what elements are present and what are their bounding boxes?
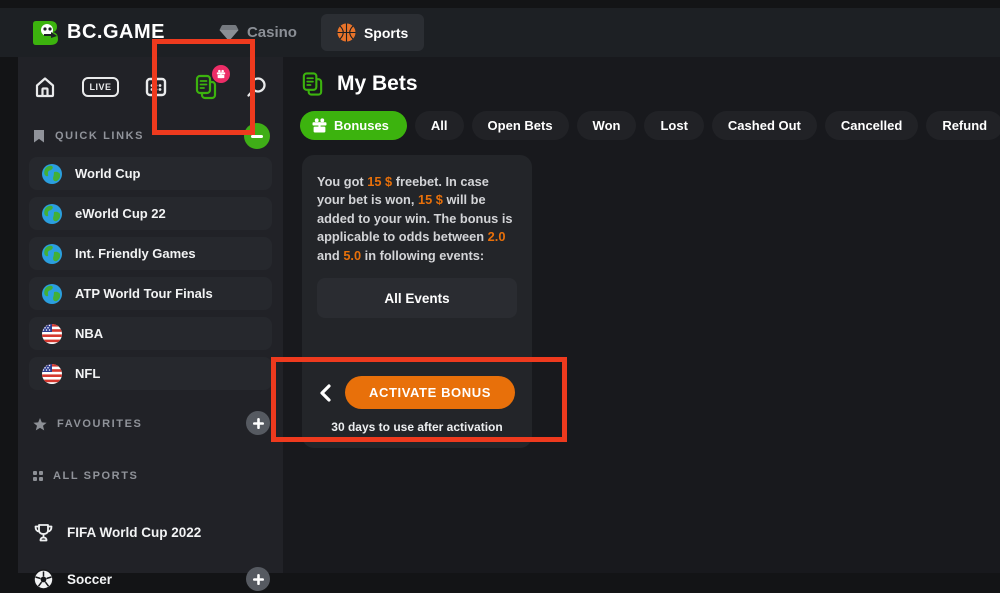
activate-bonus-label: ACTIVATE BONUS xyxy=(369,385,491,400)
quick-link-eworld-cup-22[interactable]: eWorld Cup 22 xyxy=(29,197,272,230)
tab-refund[interactable]: Refund xyxy=(926,111,1000,140)
tab-label: Cashed Out xyxy=(728,118,801,133)
soccer-ball-icon xyxy=(33,569,54,590)
globe-icon xyxy=(41,243,63,265)
tab-label: Cancelled xyxy=(841,118,902,133)
bonus-card: You got 15 $ freebet. In case your bet i… xyxy=(302,155,532,448)
my-bets-icon xyxy=(300,71,325,98)
diamond-icon xyxy=(219,24,239,42)
tab-cashed-out[interactable]: Cashed Out xyxy=(712,111,817,140)
sport-item-label: Soccer xyxy=(67,572,112,587)
quick-link-int-friendly-games[interactable]: Int. Friendly Games xyxy=(29,237,272,270)
favourites-header: FAVOURITES xyxy=(33,411,268,437)
page-title: My Bets xyxy=(337,72,418,96)
activate-bonus-button[interactable]: ACTIVATE BONUS xyxy=(345,376,515,409)
quick-links-title: QUICK LINKS xyxy=(55,130,144,142)
quick-link-label: Int. Friendly Games xyxy=(75,246,196,261)
sport-item-label: FIFA World Cup 2022 xyxy=(67,525,201,540)
quick-link-nba[interactable]: NBA xyxy=(29,317,272,350)
quick-links-list: World Cup eWorld Cup 22 Int. Friendly Ga… xyxy=(29,157,272,390)
games-grid-icon[interactable] xyxy=(144,75,168,99)
tab-bonuses[interactable]: Bonuses xyxy=(300,111,407,140)
all-events-label: All Events xyxy=(384,291,449,306)
main-content: My Bets Bonuses All Open Bets Won Lost C… xyxy=(283,57,1000,573)
sport-item-fifa-world-cup-2022[interactable]: FIFA World Cup 2022 xyxy=(33,518,268,546)
star-icon xyxy=(33,418,47,431)
tab-label: Bonuses xyxy=(334,118,389,133)
chevron-left-icon[interactable] xyxy=(319,384,331,402)
tab-lost[interactable]: Lost xyxy=(644,111,703,140)
tab-cancelled[interactable]: Cancelled xyxy=(825,111,918,140)
tab-all[interactable]: All xyxy=(415,111,464,140)
globe-icon xyxy=(41,163,63,185)
bookmark-icon xyxy=(33,129,45,143)
expand-soccer-button[interactable] xyxy=(246,567,270,591)
sidebar-icon-nav: LIVE xyxy=(33,70,268,104)
all-events-button[interactable]: All Events xyxy=(317,278,517,318)
tab-won[interactable]: Won xyxy=(577,111,637,140)
bcgame-logo-icon xyxy=(30,18,60,48)
top-bar: BC.GAME Casino Sports xyxy=(0,8,1000,57)
usa-flag-icon xyxy=(41,363,63,385)
quick-link-label: NBA xyxy=(75,326,103,341)
my-bets-header: My Bets xyxy=(300,70,1000,98)
nav-casino[interactable]: Casino xyxy=(213,24,303,42)
nav-sports[interactable]: Sports xyxy=(321,14,424,51)
tab-label: Open Bets xyxy=(488,118,553,133)
quick-link-label: eWorld Cup 22 xyxy=(75,206,166,221)
all-sports-header[interactable]: ALL SPORTS xyxy=(33,463,268,489)
favourites-title: FAVOURITES xyxy=(57,418,142,430)
tab-label: Refund xyxy=(942,118,987,133)
live-icon[interactable]: LIVE xyxy=(82,77,118,97)
bonus-expiry-note: 30 days to use after activation xyxy=(317,420,517,434)
bet-filter-tabs: Bonuses All Open Bets Won Lost Cashed Ou… xyxy=(300,111,1000,140)
basketball-icon xyxy=(337,23,356,42)
bonus-amount: 15 $ xyxy=(367,174,392,189)
tab-label: All xyxy=(431,118,448,133)
tab-label: Lost xyxy=(660,118,687,133)
bonus-description: You got 15 $ freebet. In case your bet i… xyxy=(317,173,517,265)
bonus-badge xyxy=(212,65,230,83)
sidebar: LIVE xyxy=(18,57,283,573)
odds-max: 5.0 xyxy=(343,248,361,263)
live-icon-label: LIVE xyxy=(82,77,118,97)
add-favourite-button[interactable] xyxy=(246,411,270,435)
odds-min: 2.0 xyxy=(488,229,506,244)
tab-label: Won xyxy=(593,118,621,133)
top-nav: Casino Sports xyxy=(213,8,424,57)
activate-bonus-row: ACTIVATE BONUS xyxy=(317,376,517,409)
nav-sports-label: Sports xyxy=(364,25,408,41)
quick-link-label: NFL xyxy=(75,366,100,381)
globe-icon xyxy=(41,283,63,305)
quick-links-header: QUICK LINKS xyxy=(33,123,268,149)
trophy-icon xyxy=(33,522,54,543)
search-icon[interactable] xyxy=(245,76,268,99)
quick-link-nfl[interactable]: NFL xyxy=(29,357,272,390)
tab-open-bets[interactable]: Open Bets xyxy=(472,111,569,140)
bcgame-logo[interactable]: BC.GAME xyxy=(30,18,165,48)
globe-icon xyxy=(41,203,63,225)
gift-icon xyxy=(312,118,327,133)
quick-link-atp-world-tour-finals[interactable]: ATP World Tour Finals xyxy=(29,277,272,310)
home-icon[interactable] xyxy=(33,75,57,99)
usa-flag-icon xyxy=(41,323,63,345)
all-sports-title: ALL SPORTS xyxy=(53,470,138,482)
sport-item-soccer[interactable]: Soccer xyxy=(33,565,268,593)
all-sports-grid-icon xyxy=(33,471,43,481)
quick-link-label: World Cup xyxy=(75,166,140,181)
quick-link-world-cup[interactable]: World Cup xyxy=(29,157,272,190)
bonus-amount: 15 $ xyxy=(418,192,443,207)
my-bets-icon[interactable] xyxy=(193,74,219,101)
bcgame-logo-text: BC.GAME xyxy=(67,21,165,44)
collapse-quick-links-button[interactable] xyxy=(244,123,270,149)
quick-link-label: ATP World Tour Finals xyxy=(75,286,213,301)
nav-casino-label: Casino xyxy=(247,24,297,41)
